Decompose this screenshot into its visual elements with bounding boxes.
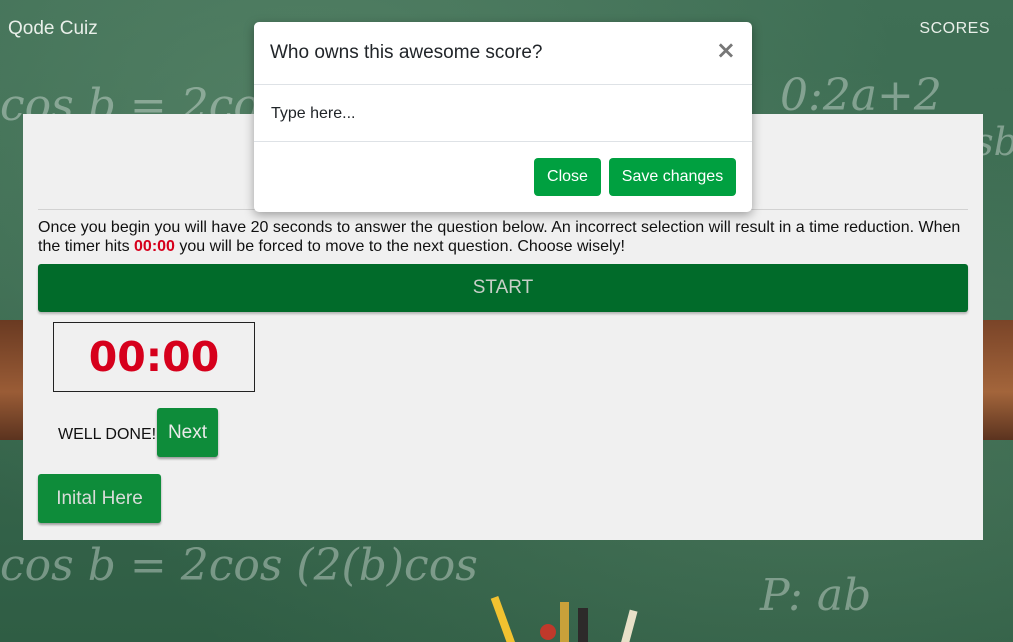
- close-icon[interactable]: ×: [716, 38, 736, 62]
- chalk-formula: cos b = 2cos (2(b)cos: [0, 540, 478, 591]
- modal-header: Who owns this awesome score? ×: [254, 22, 752, 85]
- scores-link[interactable]: SCORES: [919, 20, 990, 38]
- save-changes-button[interactable]: Save changes: [609, 158, 736, 196]
- timer-value: 00:00: [88, 333, 220, 381]
- start-button[interactable]: START: [38, 264, 968, 312]
- modal-footer: Close Save changes: [254, 142, 752, 212]
- feedback-text: WELL DONE!: [58, 426, 157, 443]
- chalk-formula: P: ab: [760, 570, 872, 621]
- timer-display: 00:00: [53, 322, 255, 392]
- score-owner-modal: Who owns this awesome score? × Close Sav…: [254, 22, 752, 212]
- next-button[interactable]: Next: [157, 408, 218, 457]
- brand-link[interactable]: Qode Cuiz: [8, 18, 98, 40]
- modal-body: [254, 85, 752, 142]
- desk-edge-left: [0, 320, 24, 440]
- initials-input[interactable]: [269, 99, 733, 129]
- desk-edge-right: [983, 320, 1013, 440]
- instructions-timer-value: 00:00: [134, 238, 175, 255]
- initial-button[interactable]: Inital Here: [38, 474, 161, 523]
- quiz-instructions: Once you begin you will have 20 seconds …: [38, 218, 973, 256]
- pencil-cup-image: [490, 595, 638, 642]
- modal-title: Who owns this awesome score?: [270, 42, 543, 63]
- instructions-text: you will be forced to move to the next q…: [174, 238, 625, 255]
- close-button[interactable]: Close: [534, 158, 601, 196]
